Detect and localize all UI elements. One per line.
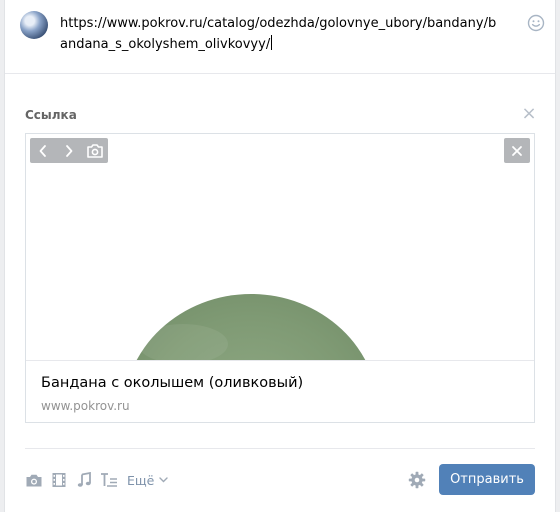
toolbar-divider: [25, 448, 535, 449]
post-composer-panel: https://www.pokrov.ru/catalog/odezhda/go…: [4, 0, 556, 512]
camera-icon[interactable]: [82, 138, 108, 163]
camera-icon[interactable]: [23, 469, 45, 491]
link-preview-info[interactable]: Бандана с околышем (оливковый) www.pokro…: [26, 360, 534, 422]
user-avatar[interactable]: [20, 11, 48, 39]
link-domain: www.pokrov.ru: [41, 399, 130, 413]
remove-image-button[interactable]: [504, 138, 530, 163]
link-title[interactable]: Бандана с околышем (оливковый): [41, 375, 303, 391]
more-attachments-button[interactable]: Ещё: [127, 472, 169, 488]
post-text-input[interactable]: https://www.pokrov.ru/catalog/odezhda/go…: [60, 13, 500, 55]
post-text: https://www.pokrov.ru/catalog/odezhda/go…: [60, 16, 497, 52]
music-note-icon[interactable]: [73, 469, 95, 491]
prev-arrow-icon[interactable]: [30, 138, 56, 163]
image-controls: [30, 138, 108, 163]
link-preview-card: Бандана с околышем (оливковый) www.pokro…: [25, 133, 535, 423]
attachment-section-title: Ссылка: [25, 108, 77, 122]
close-icon[interactable]: ×: [521, 105, 537, 123]
send-button[interactable]: Отправить: [439, 464, 535, 495]
chevron-down-icon: [159, 477, 169, 483]
attachment-toolbar: Ещё: [23, 469, 169, 491]
close-icon: [512, 145, 522, 156]
link-preview-image: [26, 134, 534, 360]
gear-icon[interactable]: [406, 469, 428, 491]
text-format-icon[interactable]: [98, 469, 120, 491]
composer-area: https://www.pokrov.ru/catalog/odezhda/go…: [5, 0, 555, 74]
more-label: Ещё: [127, 472, 155, 488]
next-arrow-icon[interactable]: [56, 138, 82, 163]
text-caret: [271, 35, 273, 50]
film-icon[interactable]: [48, 469, 70, 491]
smile-icon[interactable]: [527, 14, 545, 32]
